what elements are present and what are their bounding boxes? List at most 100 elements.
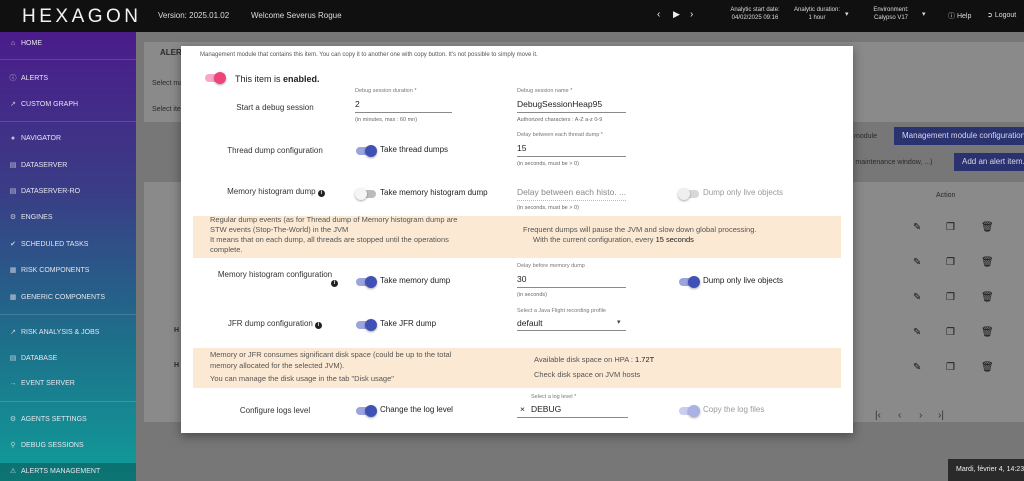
stw-warning-line1: Regular dump events (as for Thread dump … (210, 215, 458, 224)
clear-icon[interactable]: × (520, 404, 525, 414)
copy-icon[interactable]: ❐ (946, 257, 955, 268)
intro-text: Management module that contains this ite… (200, 52, 538, 58)
app-logo: HEXAGON (22, 6, 142, 27)
delete-icon[interactable]: 🗑 (981, 362, 994, 373)
edit-icon[interactable]: ✎ (913, 327, 921, 338)
sidebar-item-event-server[interactable]: → EVENT SERVER (8, 380, 75, 387)
sidebar-item-navigator[interactable]: ● NAVIGATOR (8, 135, 61, 142)
logout-button[interactable]: ➲ Logout (987, 11, 1016, 19)
next-icon[interactable]: › (690, 9, 693, 20)
memory-delay-input[interactable]: 30 (517, 274, 526, 284)
duration-label: Debug session duration * (355, 88, 417, 94)
sidebar-item-alerts[interactable]: ⓘ ALERTS (8, 73, 49, 83)
log-level-select[interactable]: DEBUG (531, 404, 561, 414)
logout-label: Logout (994, 12, 1017, 19)
memory-histogram-label: Memory histogram dump i (211, 187, 341, 197)
info-icon[interactable]: i (331, 280, 338, 287)
copy-icon[interactable]: ❐ (946, 292, 955, 303)
first-page-icon[interactable]: |‹ (875, 410, 881, 421)
thread-dump-switch-label: Take thread dumps (380, 145, 449, 154)
analytic-duration-label: Analytic duration: (793, 7, 841, 13)
thread-dump-switch[interactable] (356, 145, 377, 157)
add-alert-button[interactable]: Add an alert item. (954, 153, 1024, 171)
play-icon[interactable]: ▶ (673, 9, 680, 20)
previous-icon[interactable]: ‹ (657, 9, 660, 20)
sidebar-item-dataserver-ro[interactable]: ▤ DATASERVER-RO (8, 187, 80, 195)
table-row: H (174, 327, 180, 334)
prev-page-icon[interactable]: ‹ (898, 410, 901, 421)
frequency-warning-line1: Frequent dumps will pause the JVM and sl… (523, 225, 757, 234)
histogram-dump-switch[interactable] (355, 188, 376, 200)
analytic-start[interactable]: Analytic start date: 04/02/2025 09:16 (724, 6, 786, 22)
memory-live-switch-label: Dump only live objects (703, 276, 784, 285)
thread-delay-label: Delay between each thread dump * (517, 132, 603, 138)
analytic-duration[interactable]: Analytic duration: 1 hour (789, 6, 845, 22)
check-disk-link[interactable]: Check disk space on JVM hosts (534, 370, 640, 380)
edit-icon[interactable]: ✎ (913, 362, 921, 373)
chevron-down-icon[interactable]: ▾ (845, 10, 849, 18)
logs-level-switch[interactable] (356, 405, 377, 417)
select-item-label[interactable]: Select ite (152, 106, 181, 113)
copy-icon[interactable]: ❐ (946, 362, 955, 373)
edit-icon[interactable]: ✎ (913, 257, 921, 268)
copy-logs-switch[interactable] (679, 405, 700, 417)
memory-live-switch[interactable] (679, 276, 700, 288)
histogram-delay-input[interactable]: Delay between each histo. ... (517, 187, 626, 197)
delete-icon[interactable]: 🗑 (981, 222, 994, 233)
select-module-label[interactable]: Select ma (152, 80, 183, 87)
sidebar-item-agents-settings[interactable]: ⚙ AGENTS SETTINGS (8, 415, 87, 423)
delete-icon[interactable]: 🗑 (981, 257, 994, 268)
chevron-down-icon[interactable]: ▾ (617, 318, 621, 326)
sidebar-item-dataserver[interactable]: ▤ DATASERVER (8, 161, 68, 169)
sidebar-item-risk-components[interactable]: ▦ RISK COMPONENTS (8, 266, 90, 274)
disk-space-prefix: Available disk space on HPA : (534, 355, 636, 364)
sidebar-item-label: HOME (21, 40, 42, 47)
sidebar-item-label: GENERIC COMPONENTS (21, 294, 106, 301)
duration-input[interactable]: 2 (355, 99, 360, 109)
last-page-icon[interactable]: ›| (938, 410, 944, 421)
enabled-switch[interactable] (205, 72, 226, 84)
sidebar-item-label: SCHEDULED TASKS (21, 241, 89, 248)
sidebar-item-label: NAVIGATOR (21, 135, 62, 142)
frequency-value: 15 seconds (655, 235, 694, 244)
info-icon[interactable]: i (317, 190, 325, 197)
jfr-dump-switch[interactable] (356, 319, 377, 331)
thread-delay-input[interactable]: 15 (517, 143, 526, 153)
management-config-button[interactable]: Management module configuration. (894, 127, 1024, 145)
sidebar-item-custom-graph[interactable]: ↗ CUSTOM GRAPH (8, 100, 78, 108)
memory-dump-switch[interactable] (356, 276, 377, 288)
alert-item-dialog: Management module that contains this ite… (181, 46, 853, 433)
delete-icon[interactable]: 🗑 (981, 292, 994, 303)
sidebar-item-database[interactable]: ▤ DATABASE (8, 354, 58, 362)
session-name-input[interactable]: DebugSessionHeap95 (517, 99, 602, 109)
help-button[interactable]: ⓘ Help (948, 11, 971, 21)
debug-session-label: Start a debug session (236, 103, 314, 112)
copy-icon[interactable]: ❐ (946, 327, 955, 338)
sidebar-item-debug-sessions[interactable]: ⚲ DEBUG SESSIONS (8, 441, 83, 449)
histogram-live-switch[interactable] (678, 188, 699, 200)
next-page-icon[interactable]: › (919, 410, 922, 421)
sidebar-item-alerts-management[interactable]: ⚠ ALERTS MANAGEMENT (0, 463, 136, 481)
sidebar-item-generic-components[interactable]: ▦ GENERIC COMPONENTS (8, 293, 105, 301)
jfr-profile-select[interactable]: default (517, 318, 543, 328)
thread-delay-hint: (in seconds, must be > 0) (517, 161, 579, 167)
session-name-label: Debug session name * (517, 88, 573, 94)
edit-icon[interactable]: ✎ (913, 222, 921, 233)
sidebar-item-scheduled-tasks[interactable]: ✔ SCHEDULED TASKS (8, 240, 88, 248)
sidebar-item-home[interactable]: ⌂ HOME (8, 40, 42, 47)
sidebar-item-risk-analysis[interactable]: ↗ RISK ANALYSIS & JOBS (8, 328, 99, 336)
environment-selector[interactable]: Environment: Calypso V17 (866, 6, 916, 22)
chevron-down-icon[interactable]: ▾ (922, 10, 926, 18)
environment-value: Calypso V17 (873, 15, 909, 21)
info-icon[interactable]: i (315, 322, 323, 329)
delete-icon[interactable]: 🗑 (981, 327, 994, 338)
sidebar-item-label: DATASERVER (21, 162, 68, 169)
welcome-label: Welcome Severus Rogue (251, 11, 342, 20)
clock-toast: Mardi, février 4, 14:23 (948, 459, 1024, 481)
environment-label: Environment: (873, 7, 909, 13)
analytic-duration-value: 1 hour (808, 15, 826, 21)
sidebar-item-engines[interactable]: ⚙ ENGINES (8, 213, 53, 221)
edit-icon[interactable]: ✎ (913, 292, 921, 303)
copy-icon[interactable]: ❐ (946, 222, 955, 233)
location-pin-icon: ● (10, 135, 16, 142)
